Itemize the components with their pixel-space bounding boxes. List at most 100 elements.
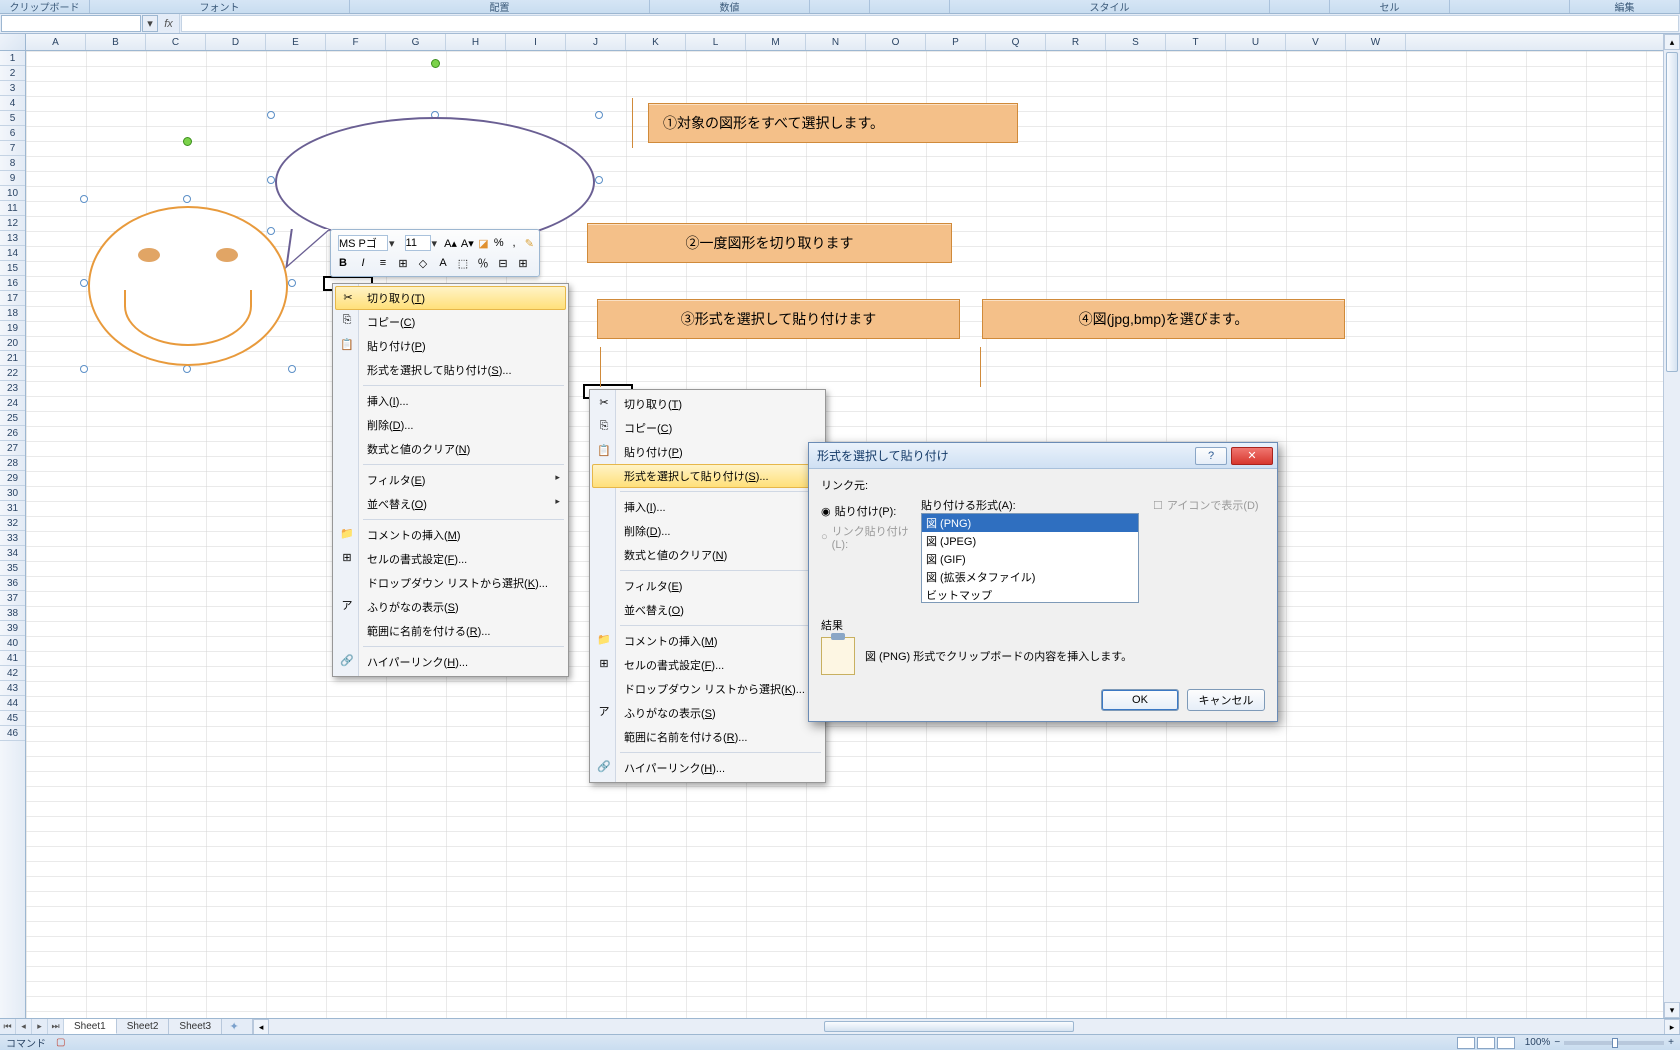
font-size[interactable]: ▾: [401, 233, 442, 253]
row-header-36[interactable]: 36: [0, 576, 25, 591]
format-option-3[interactable]: 図 (拡張メタファイル): [922, 568, 1138, 586]
col-header-A[interactable]: A: [26, 34, 86, 50]
first-sheet-icon[interactable]: ⏮: [0, 1019, 16, 1034]
mini-btn-0[interactable]: B: [334, 254, 352, 272]
name-box[interactable]: [1, 15, 141, 32]
ok-button[interactable]: OK: [1101, 689, 1179, 711]
ctx-item-0[interactable]: ✂切り取り(T): [592, 392, 823, 416]
row-header-18[interactable]: 18: [0, 306, 25, 321]
row-header-9[interactable]: 9: [0, 171, 25, 186]
mini-btn-7[interactable]: ％: [474, 254, 492, 272]
ctx-item-3[interactable]: 形式を選択して貼り付け(S)...: [335, 358, 566, 382]
row-header-46[interactable]: 46: [0, 726, 25, 741]
mini-toolbar[interactable]: ▾ ▾ A▴ A▾ ◪ % , ✎ BI≡⊞◇A⬚％⊟⊞: [330, 229, 540, 277]
col-header-D[interactable]: D: [206, 34, 266, 50]
row-header-7[interactable]: 7: [0, 141, 25, 156]
col-header-C[interactable]: C: [146, 34, 206, 50]
row-header-30[interactable]: 30: [0, 486, 25, 501]
col-header-J[interactable]: J: [566, 34, 626, 50]
ctx-item-10[interactable]: 並べ替え(O): [335, 492, 566, 516]
page-layout-view-button[interactable]: [1477, 1037, 1495, 1049]
rotate-handle[interactable]: [431, 59, 440, 68]
zoom-thumb[interactable]: [1612, 1038, 1618, 1048]
ctx-item-2[interactable]: 📋貼り付け(P): [592, 440, 823, 464]
ctx-item-12[interactable]: 📁コメントの挿入(M): [592, 629, 823, 653]
row-header-4[interactable]: 4: [0, 96, 25, 111]
row-header-19[interactable]: 19: [0, 321, 25, 336]
row-header-14[interactable]: 14: [0, 246, 25, 261]
row-header-2[interactable]: 2: [0, 66, 25, 81]
page-break-view-button[interactable]: [1497, 1037, 1515, 1049]
col-header-S[interactable]: S: [1106, 34, 1166, 50]
ctx-item-7[interactable]: 数式と値のクリア(N): [592, 543, 823, 567]
ctx-item-0[interactable]: ✂切り取り(T): [335, 286, 566, 310]
row-header-44[interactable]: 44: [0, 696, 25, 711]
row-header-34[interactable]: 34: [0, 546, 25, 561]
ctx-item-14[interactable]: ドロップダウン リストから選択(K)...: [335, 571, 566, 595]
speech-bubble-shape[interactable]: [275, 117, 595, 247]
ctx-item-2[interactable]: 📋貼り付け(P): [335, 334, 566, 358]
row-header-31[interactable]: 31: [0, 501, 25, 516]
format-painter-icon[interactable]: ✎: [523, 234, 536, 252]
context-menu-2[interactable]: ✂切り取り(T)⎘コピー(C)📋貼り付け(P)形式を選択して貼り付け(S)...…: [589, 389, 826, 783]
mini-btn-2[interactable]: ≡: [374, 254, 392, 272]
col-header-P[interactable]: P: [926, 34, 986, 50]
col-header-E[interactable]: E: [266, 34, 326, 50]
ctx-item-12[interactable]: 📁コメントの挿入(M): [335, 523, 566, 547]
col-header-B[interactable]: B: [86, 34, 146, 50]
cancel-button[interactable]: キャンセル: [1187, 689, 1265, 711]
row-header-32[interactable]: 32: [0, 516, 25, 531]
row-header-42[interactable]: 42: [0, 666, 25, 681]
scroll-down-icon[interactable]: ▾: [1664, 1002, 1680, 1018]
mini-btn-6[interactable]: ⬚: [454, 254, 472, 272]
ctx-item-6[interactable]: 削除(D)...: [335, 413, 566, 437]
row-header-1[interactable]: 1: [0, 51, 25, 66]
font-size-input[interactable]: [405, 235, 431, 251]
ctx-item-3[interactable]: 形式を選択して貼り付け(S)...: [592, 464, 823, 488]
new-sheet-button[interactable]: ✦: [222, 1019, 246, 1034]
ctx-item-10[interactable]: 並べ替え(O): [592, 598, 823, 622]
help-button[interactable]: ?: [1195, 447, 1227, 465]
sheet-tab-sheet2[interactable]: Sheet2: [117, 1019, 170, 1034]
row-header-45[interactable]: 45: [0, 711, 25, 726]
format-option-2[interactable]: 図 (GIF): [922, 550, 1138, 568]
col-header-M[interactable]: M: [746, 34, 806, 50]
col-header-N[interactable]: N: [806, 34, 866, 50]
ctx-item-18[interactable]: 🔗ハイパーリンク(H)...: [335, 650, 566, 674]
scroll-right-icon[interactable]: ▸: [1664, 1019, 1680, 1035]
mini-btn-4[interactable]: ◇: [414, 254, 432, 272]
row-header-24[interactable]: 24: [0, 396, 25, 411]
row-header-17[interactable]: 17: [0, 291, 25, 306]
col-header-Q[interactable]: Q: [986, 34, 1046, 50]
vscroll-thumb[interactable]: [1666, 52, 1678, 372]
zoom-in-icon[interactable]: +: [1668, 1037, 1674, 1048]
paste-special-dialog[interactable]: 形式を選択して貼り付け ? ✕ リンク元: ◉ 貼り付け(P): ○ リンク貼り…: [808, 442, 1278, 722]
chevron-down-icon[interactable]: ▾: [389, 237, 395, 250]
scroll-up-icon[interactable]: ▴: [1664, 34, 1680, 50]
col-header-U[interactable]: U: [1226, 34, 1286, 50]
ctx-item-16[interactable]: 範囲に名前を付ける(R)...: [335, 619, 566, 643]
format-option-1[interactable]: 図 (JPEG): [922, 532, 1138, 550]
row-header-3[interactable]: 3: [0, 81, 25, 96]
row-header-26[interactable]: 26: [0, 426, 25, 441]
row-header-11[interactable]: 11: [0, 201, 25, 216]
mini-btn-3[interactable]: ⊞: [394, 254, 412, 272]
col-header-R[interactable]: R: [1046, 34, 1106, 50]
grow-font-icon[interactable]: A▴: [443, 234, 458, 252]
formula-input[interactable]: [181, 15, 1679, 32]
shrink-font-icon[interactable]: A▾: [460, 234, 475, 252]
horizontal-scrollbar[interactable]: ◂ ▸: [252, 1019, 1680, 1034]
ctx-item-6[interactable]: 削除(D)...: [592, 519, 823, 543]
worksheet-grid[interactable]: 1234567891011121314151617181920212223242…: [0, 51, 1663, 1018]
ctx-item-13[interactable]: ⊞セルの書式設定(F)...: [592, 653, 823, 677]
row-header-37[interactable]: 37: [0, 591, 25, 606]
row-header-13[interactable]: 13: [0, 231, 25, 246]
ctx-item-9[interactable]: フィルタ(E): [335, 468, 566, 492]
row-header-33[interactable]: 33: [0, 531, 25, 546]
row-header-41[interactable]: 41: [0, 651, 25, 666]
col-header-O[interactable]: O: [866, 34, 926, 50]
col-header-T[interactable]: T: [1166, 34, 1226, 50]
hscroll-thumb[interactable]: [824, 1021, 1074, 1032]
row-header-20[interactable]: 20: [0, 336, 25, 351]
zoom-out-icon[interactable]: −: [1554, 1037, 1560, 1048]
